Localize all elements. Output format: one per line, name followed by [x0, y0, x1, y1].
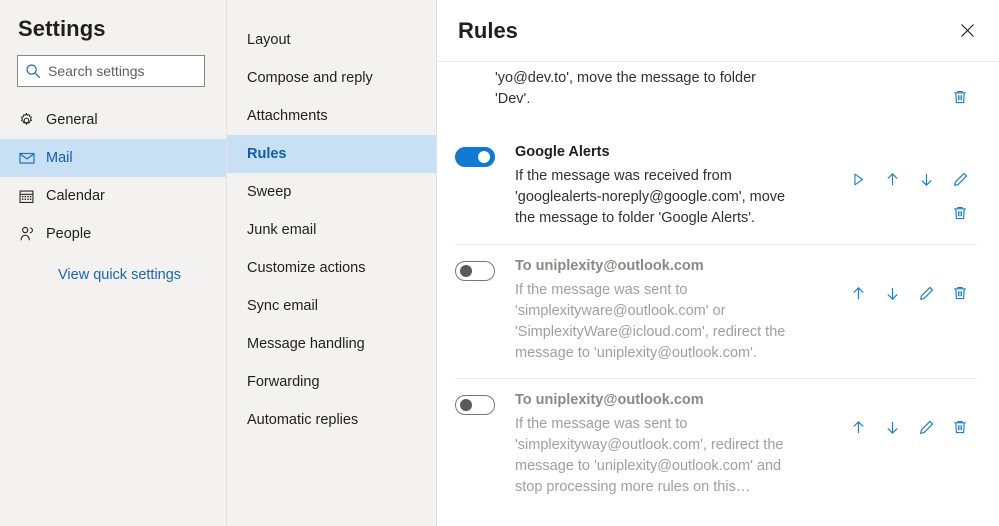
settings-sidebar: Settings General	[0, 0, 226, 526]
close-icon[interactable]	[953, 17, 981, 45]
rule-enabled-toggle[interactable]	[455, 395, 495, 415]
edit-icon[interactable]	[909, 276, 943, 310]
rule-actions	[809, 144, 977, 230]
delete-icon[interactable]	[943, 410, 977, 444]
rule-enabled-toggle[interactable]	[455, 147, 495, 167]
toggle-knob	[460, 399, 472, 411]
move-down-icon[interactable]	[875, 276, 909, 310]
subnav-item-message-handling[interactable]: Message handling	[227, 325, 436, 363]
sidebar-item-label: General	[46, 111, 98, 128]
rule-content: Google Alerts If the message was receive…	[495, 144, 809, 229]
rule-content: 'yo@dev.to', move the message to folder …	[455, 62, 809, 110]
search-input[interactable]	[48, 63, 198, 79]
settings-title: Settings	[18, 16, 106, 41]
rule-item: 'yo@dev.to', move the message to folder …	[437, 62, 999, 130]
mail-subnav: Layout Compose and reply Attachments Rul…	[226, 0, 437, 526]
rules-list[interactable]: 'yo@dev.to', move the message to folder …	[437, 62, 999, 526]
calendar-icon	[18, 188, 46, 205]
sidebar-item-label: Calendar	[46, 187, 105, 204]
edit-icon[interactable]	[909, 410, 943, 444]
rules-header: Rules	[437, 0, 999, 62]
move-up-icon[interactable]	[841, 276, 875, 310]
delete-icon[interactable]	[943, 80, 977, 114]
search-icon	[18, 63, 48, 79]
toggle-knob	[478, 151, 490, 163]
view-quick-settings-link[interactable]: View quick settings	[58, 267, 181, 283]
gear-icon	[18, 112, 46, 129]
rule-item: To uniplexity@outlook.com If the message…	[437, 378, 999, 512]
sidebar-item-calendar[interactable]: Calendar	[0, 177, 226, 215]
subnav-item-layout[interactable]: Layout	[227, 21, 436, 59]
settings-dialog: Settings General	[0, 0, 999, 526]
people-icon	[18, 225, 46, 243]
sidebar-item-general[interactable]: General	[0, 101, 226, 139]
sidebar-item-label: People	[46, 225, 92, 242]
run-icon[interactable]	[841, 162, 875, 196]
rule-actions	[809, 258, 977, 310]
rule-description: If the message was sent to 'simplexitywa…	[515, 416, 784, 495]
subnav-item-customize-actions[interactable]: Customize actions	[227, 249, 436, 287]
subnav-item-rules[interactable]: Rules	[227, 135, 436, 173]
rule-description: 'yo@dev.to', move the message to folder …	[495, 70, 756, 107]
rule-actions	[809, 392, 977, 444]
subnav-item-forwarding[interactable]: Forwarding	[227, 363, 436, 401]
rule-enabled-toggle[interactable]	[455, 261, 495, 281]
edit-icon[interactable]	[943, 162, 977, 196]
toggle-knob	[460, 265, 472, 277]
envelope-icon	[18, 149, 46, 167]
sidebar-item-label: Mail	[46, 149, 73, 166]
subnav-item-attachments[interactable]: Attachments	[227, 97, 436, 135]
sidebar-item-people[interactable]: People	[0, 215, 226, 253]
delete-icon[interactable]	[943, 196, 977, 230]
rules-panel: Rules 'yo@dev.to', move the message to f…	[437, 0, 999, 526]
rule-description: If the message was sent to 'simplexitywa…	[515, 282, 786, 361]
subnav-item-sweep[interactable]: Sweep	[227, 173, 436, 211]
rule-actions	[809, 62, 977, 114]
subnav-item-automatic-replies[interactable]: Automatic replies	[227, 401, 436, 439]
rule-content: To uniplexity@outlook.com If the message…	[495, 392, 809, 498]
subnav-item-junk-email[interactable]: Junk email	[227, 211, 436, 249]
sidebar-nav: General Mail Calendar People	[0, 101, 226, 253]
rule-name: To uniplexity@outlook.com	[515, 392, 704, 408]
delete-icon[interactable]	[943, 276, 977, 310]
rule-name: Google Alerts	[515, 144, 610, 160]
move-down-icon[interactable]	[909, 162, 943, 196]
sidebar-item-mail[interactable]: Mail	[0, 139, 226, 177]
subnav-item-sync-email[interactable]: Sync email	[227, 287, 436, 325]
rule-item: Google Alerts If the message was receive…	[437, 130, 999, 244]
rule-content: To uniplexity@outlook.com If the message…	[495, 258, 809, 364]
move-up-icon[interactable]	[841, 410, 875, 444]
rule-description: If the message was received from 'google…	[515, 168, 786, 226]
subnav-item-compose-and-reply[interactable]: Compose and reply	[227, 59, 436, 97]
move-up-icon[interactable]	[875, 162, 909, 196]
rule-name: To uniplexity@outlook.com	[515, 258, 704, 274]
move-down-icon[interactable]	[875, 410, 909, 444]
search-settings-box[interactable]	[17, 55, 205, 87]
rule-item: To uniplexity@outlook.com If the message…	[437, 244, 999, 378]
page-title: Rules	[458, 17, 518, 43]
